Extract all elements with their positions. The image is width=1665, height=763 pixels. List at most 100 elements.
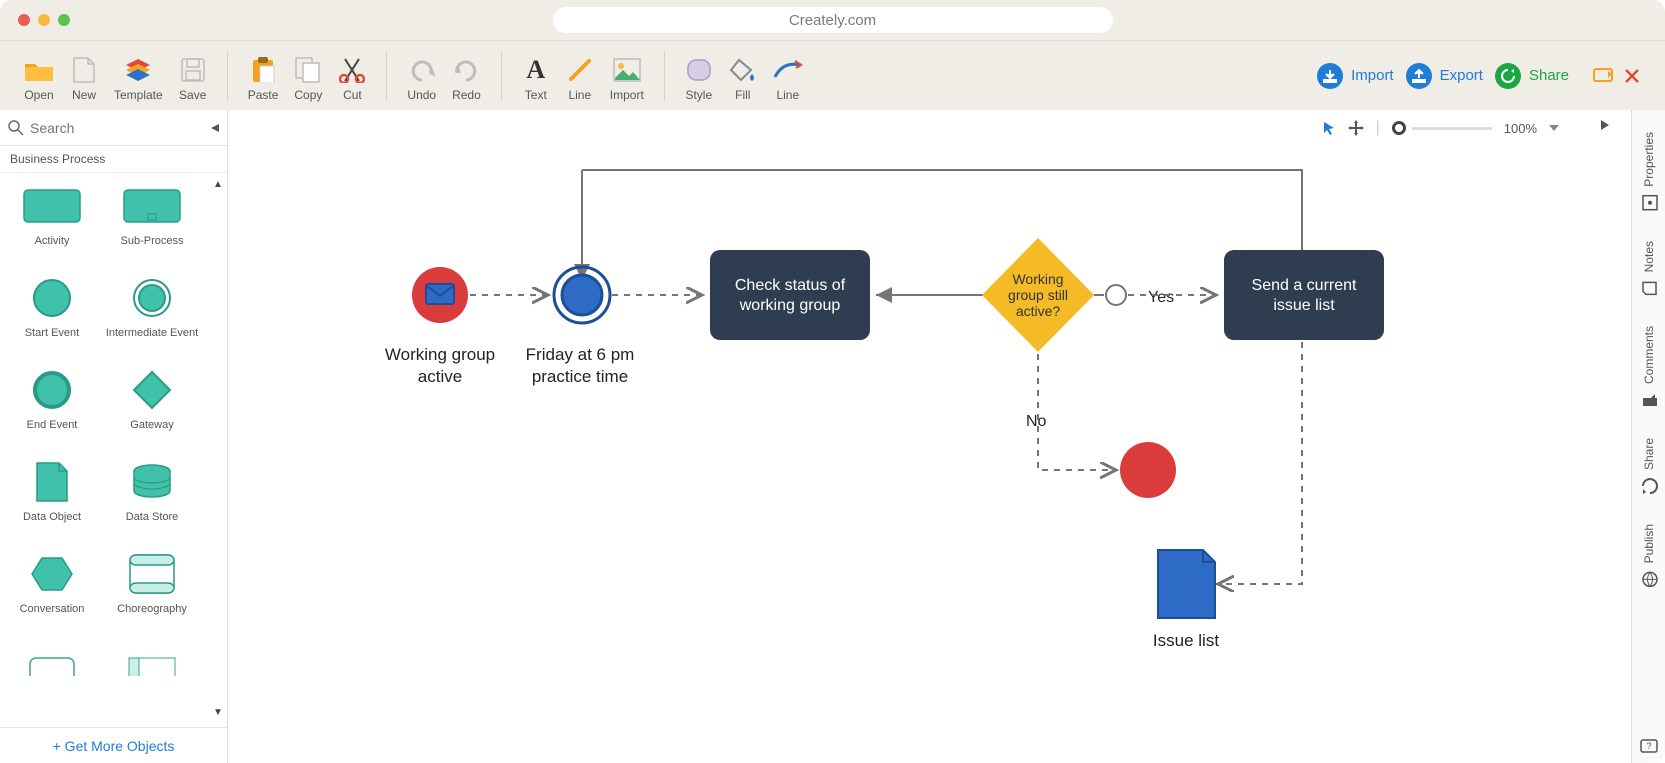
- svg-text:issue list: issue list: [1273, 297, 1335, 314]
- canvas-toolbar: | 100%: [1308, 110, 1631, 146]
- export-icon: [1412, 69, 1426, 83]
- text-tool-button[interactable]: A Text: [514, 50, 558, 110]
- close-window-icon[interactable]: [18, 14, 30, 26]
- copy-icon: [295, 57, 321, 83]
- shape-sub-process[interactable]: Sub-Process: [102, 177, 202, 269]
- collapse-left-icon[interactable]: [211, 124, 219, 132]
- zoom-dropdown-icon[interactable]: [1549, 125, 1559, 131]
- scroll-up-icon[interactable]: ▲: [211, 177, 225, 191]
- rail-tab-publish[interactable]: Publish: [1638, 510, 1660, 601]
- svg-text:active?: active?: [1016, 303, 1061, 319]
- open-button[interactable]: Open: [16, 50, 62, 110]
- import-image-button[interactable]: Import: [602, 50, 652, 110]
- template-icon: [124, 57, 152, 83]
- cut-icon: [339, 57, 365, 83]
- properties-icon: [1640, 193, 1658, 211]
- timer-label-2: practice time: [532, 367, 628, 386]
- minimize-window-icon[interactable]: [38, 14, 50, 26]
- node-gateway[interactable]: Working group still active?: [982, 238, 1094, 352]
- start-label-2: active: [418, 367, 462, 386]
- rail-tab-notes[interactable]: Notes: [1638, 227, 1660, 310]
- node-send-issue-list[interactable]: Send a current issue list: [1224, 250, 1384, 340]
- redo-icon: [453, 58, 479, 82]
- save-button[interactable]: Save: [171, 50, 215, 110]
- share-rail-icon: [1640, 476, 1658, 494]
- line-style-button[interactable]: Line: [765, 50, 811, 110]
- titlebar: Creately.com: [0, 0, 1665, 40]
- cut-button[interactable]: Cut: [330, 50, 374, 110]
- main-toolbar: Open New Template Save Paste C: [0, 40, 1665, 110]
- publish-icon: [1640, 569, 1658, 587]
- shape-choreography[interactable]: Choreography: [102, 545, 202, 637]
- node-timer-event[interactable]: [554, 267, 610, 323]
- redo-button[interactable]: Redo: [444, 50, 489, 110]
- undo-button[interactable]: Undo: [399, 50, 444, 110]
- undo-icon: [409, 58, 435, 82]
- paste-button[interactable]: Paste: [240, 50, 287, 110]
- no-label: No: [1026, 413, 1047, 430]
- template-button[interactable]: Template: [106, 50, 171, 110]
- svg-text:Send a current: Send a current: [1252, 277, 1358, 294]
- text-icon: A: [526, 55, 545, 85]
- yes-label: Yes: [1148, 289, 1174, 306]
- node-end-event[interactable]: [1120, 442, 1176, 498]
- address-text: Creately.com: [789, 12, 876, 29]
- search-input[interactable]: [30, 120, 211, 136]
- folder-open-icon: [24, 58, 54, 82]
- rail-tab-properties[interactable]: Properties: [1638, 118, 1660, 225]
- node-intermediate-small[interactable]: [1106, 285, 1126, 305]
- fill-button[interactable]: Fill: [721, 50, 765, 110]
- shape-end-event[interactable]: End Event: [2, 361, 102, 453]
- close-icon[interactable]: [1625, 69, 1639, 83]
- pointer-icon[interactable]: [1322, 121, 1336, 135]
- shape-conversation[interactable]: Conversation: [2, 545, 102, 637]
- shape-category-label: Business Process: [0, 146, 227, 173]
- shape-gateway[interactable]: Gateway: [102, 361, 202, 453]
- shape-data-store[interactable]: Data Store: [102, 453, 202, 545]
- svg-text:Working: Working: [1012, 271, 1063, 287]
- shape-partial-2[interactable]: [102, 637, 202, 727]
- export-button[interactable]: Export: [1406, 63, 1483, 89]
- shape-partial-1[interactable]: [2, 637, 102, 727]
- presentation-icon[interactable]: [1593, 68, 1613, 84]
- timer-label-1: Friday at 6 pm: [526, 345, 635, 364]
- import-button[interactable]: Import: [1317, 63, 1394, 89]
- shape-data-object[interactable]: Data Object: [2, 453, 102, 545]
- rail-tab-share[interactable]: Share: [1638, 424, 1660, 508]
- copy-button[interactable]: Copy: [286, 50, 330, 110]
- new-button[interactable]: New: [62, 50, 106, 110]
- pan-icon[interactable]: [1348, 120, 1364, 136]
- save-icon: [181, 58, 205, 82]
- svg-text:group still: group still: [1008, 287, 1068, 303]
- line-tool-button[interactable]: Line: [558, 50, 602, 110]
- node-issue-list[interactable]: [1158, 550, 1215, 618]
- svg-text:?: ?: [1646, 741, 1651, 751]
- rail-tab-comments[interactable]: Comments: [1638, 312, 1660, 422]
- notes-icon: [1640, 278, 1658, 296]
- svg-text:Check status of: Check status of: [735, 277, 846, 294]
- shape-intermediate-event[interactable]: Intermediate Event: [102, 269, 202, 361]
- get-more-objects-button[interactable]: + Get More Objects: [0, 727, 227, 763]
- share-icon: [1501, 69, 1515, 83]
- collapse-right-icon[interactable]: [1601, 120, 1617, 136]
- import-icon: [1323, 69, 1337, 83]
- right-rail: Properties Notes Comments Share Publish …: [1631, 110, 1665, 763]
- address-bar[interactable]: Creately.com: [553, 7, 1113, 33]
- canvas[interactable]: | 100%: [228, 110, 1631, 763]
- share-button[interactable]: Share: [1495, 63, 1569, 89]
- node-check-status[interactable]: Check status of working group: [710, 250, 870, 340]
- shape-start-event[interactable]: Start Event: [2, 269, 102, 361]
- maximize-window-icon[interactable]: [58, 14, 70, 26]
- new-file-icon: [73, 57, 95, 83]
- node-start-event[interactable]: [412, 267, 468, 323]
- style-button[interactable]: Style: [677, 50, 721, 110]
- style-icon: [686, 58, 712, 82]
- line-icon: [567, 57, 593, 83]
- data-label: Issue list: [1153, 631, 1219, 650]
- fill-icon: [729, 57, 757, 83]
- shape-activity[interactable]: Activity: [2, 177, 102, 269]
- zoom-slider[interactable]: [1392, 121, 1492, 135]
- line-style-icon: [773, 59, 803, 81]
- zoom-level: 100%: [1504, 121, 1537, 136]
- help-icon[interactable]: ?: [1640, 739, 1658, 753]
